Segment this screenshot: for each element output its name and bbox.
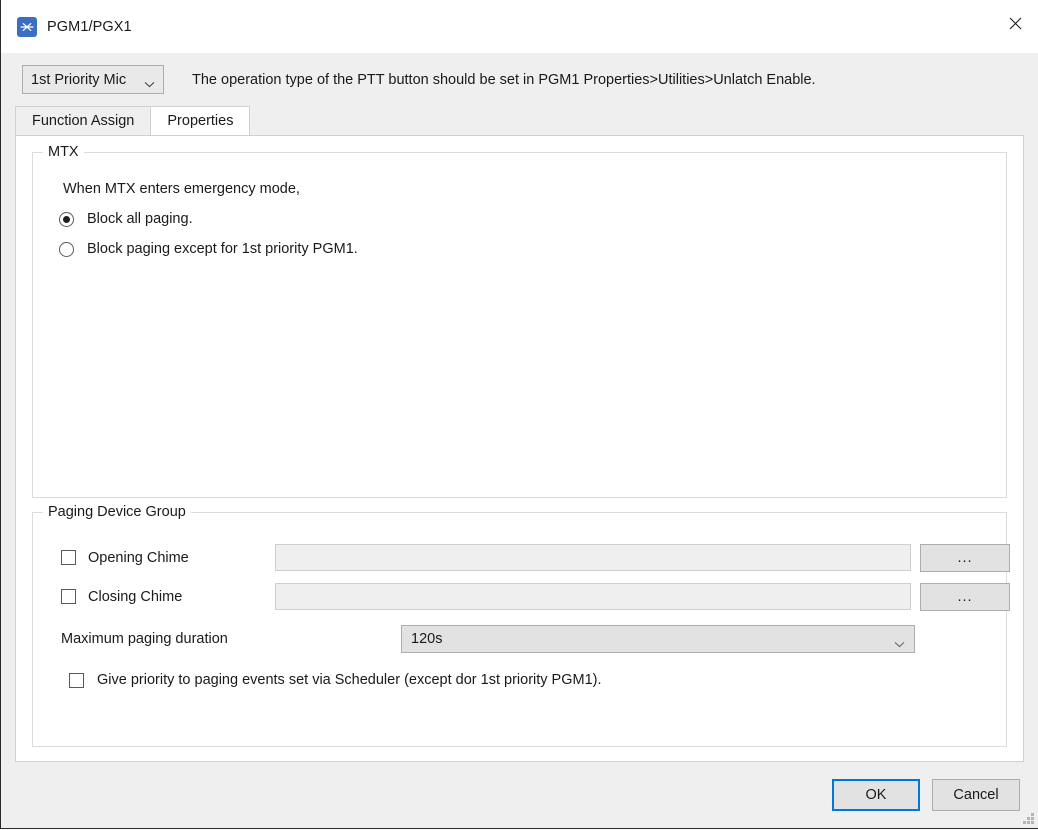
tab-strip: Function Assign Properties	[1, 106, 1038, 135]
max-paging-duration-label: Maximum paging duration	[61, 631, 401, 647]
dialog-window: PGM1/PGX1 1st Priority Mic The operation…	[0, 0, 1038, 829]
header-description: The operation type of the PTT button sho…	[192, 72, 816, 88]
dialog-footer: OK Cancel	[1, 762, 1038, 828]
opening-chime-input[interactable]	[275, 544, 911, 571]
scheduler-priority-label: Give priority to paging events set via S…	[97, 672, 602, 688]
paging-device-group: Paging Device Group Opening Chime ... Cl…	[32, 512, 1007, 747]
ok-button[interactable]: OK	[832, 779, 920, 811]
tab-properties[interactable]: Properties	[150, 106, 250, 135]
closing-chime-label: Closing Chime	[88, 589, 182, 605]
max-paging-duration-value: 120s	[411, 631, 894, 647]
radio-indicator	[59, 242, 74, 257]
max-paging-duration-row: Maximum paging duration 120s	[61, 625, 1006, 653]
checkbox-indicator	[69, 673, 84, 688]
checkbox-opening-chime[interactable]: Opening Chime	[61, 550, 275, 566]
radio-block-except-first-priority[interactable]: Block paging except for 1st priority PGM…	[59, 241, 1006, 257]
mtx-group-title: MTX	[43, 143, 84, 162]
pgm-device-icon	[17, 17, 37, 37]
radio-block-all-paging[interactable]: Block all paging.	[59, 211, 1006, 227]
priority-mic-select[interactable]: 1st Priority Mic	[22, 65, 164, 94]
closing-chime-row: Closing Chime ...	[61, 582, 1006, 611]
max-paging-duration-select[interactable]: 120s	[401, 625, 915, 653]
mtx-group: MTX When MTX enters emergency mode, Bloc…	[32, 152, 1007, 498]
paging-device-group-title: Paging Device Group	[43, 503, 191, 522]
checkbox-indicator	[61, 550, 76, 565]
opening-chime-browse-button[interactable]: ...	[920, 544, 1010, 572]
closing-chime-browse-button[interactable]: ...	[920, 583, 1010, 611]
header-row: 1st Priority Mic The operation type of t…	[1, 53, 1038, 106]
checkbox-closing-chime[interactable]: Closing Chime	[61, 589, 275, 605]
radio-indicator	[59, 212, 74, 227]
window-title: PGM1/PGX1	[47, 19, 132, 35]
chevron-down-icon	[144, 76, 155, 83]
mtx-intro-text: When MTX enters emergency mode,	[63, 181, 1006, 197]
tab-function-assign[interactable]: Function Assign	[15, 106, 151, 135]
checkbox-indicator	[61, 589, 76, 604]
cancel-button[interactable]: Cancel	[932, 779, 1020, 811]
tab-panel-properties: MTX When MTX enters emergency mode, Bloc…	[15, 135, 1024, 762]
checkbox-scheduler-priority[interactable]: Give priority to paging events set via S…	[69, 672, 1006, 688]
radio-block-except-first-priority-label: Block paging except for 1st priority PGM…	[87, 241, 358, 257]
opening-chime-row: Opening Chime ...	[61, 543, 1006, 572]
title-bar: PGM1/PGX1	[1, 0, 1038, 53]
close-icon[interactable]	[992, 0, 1038, 46]
chevron-down-icon	[894, 636, 905, 643]
opening-chime-label: Opening Chime	[88, 550, 189, 566]
closing-chime-input[interactable]	[275, 583, 911, 610]
resize-grip-icon[interactable]	[1022, 812, 1035, 825]
priority-mic-value: 1st Priority Mic	[31, 72, 144, 88]
radio-block-all-paging-label: Block all paging.	[87, 211, 193, 227]
